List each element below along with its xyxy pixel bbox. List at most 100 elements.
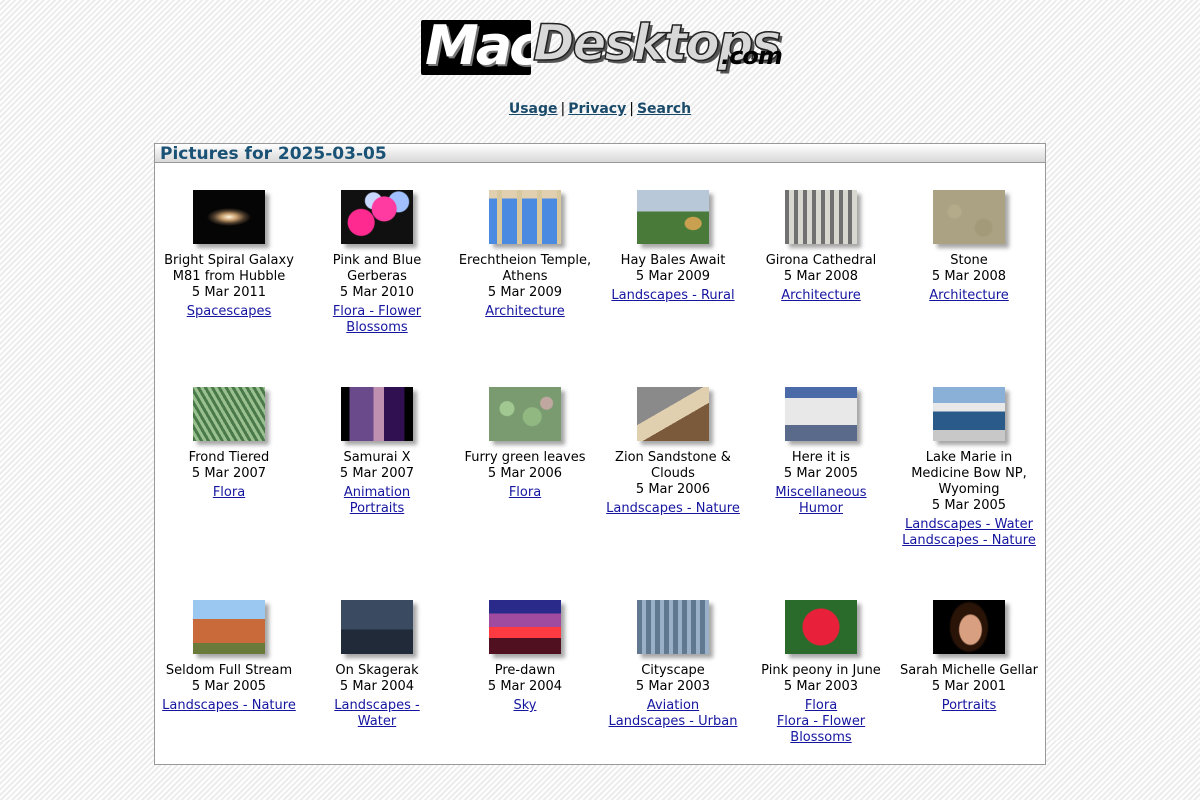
category-link[interactable]: Miscellaneous: [756, 485, 886, 501]
picture-categories: Landscapes - Nature: [604, 501, 742, 517]
picture-title: Lake Marie in Medicine Bow NP, Wyoming: [911, 450, 1027, 497]
picture-title: Frond Tiered: [188, 450, 270, 465]
category-link[interactable]: Portraits: [897, 698, 1041, 714]
category-link[interactable]: Architecture: [897, 288, 1041, 304]
picture-thumbnail[interactable]: [193, 387, 265, 441]
category-link[interactable]: Spacescapes: [160, 304, 298, 320]
logo-com-text: .com: [721, 42, 783, 70]
picture-thumbnail[interactable]: [933, 190, 1005, 244]
category-link[interactable]: Humor: [756, 501, 886, 517]
picture-title: Seldom Full Stream: [165, 663, 293, 678]
category-link[interactable]: Flora: [756, 698, 886, 714]
picture-categories: Aviation Landscapes - Urban: [604, 698, 742, 730]
category-link[interactable]: Flora - Flower Blossoms: [756, 714, 886, 746]
pictures-panel: Pictures for 2025-03-05 Bright Spiral Ga…: [154, 143, 1046, 765]
category-link[interactable]: Sky: [455, 698, 595, 714]
picture-date: 5 Mar 2008: [783, 269, 859, 284]
picture-title: Furry green leaves: [464, 450, 586, 465]
logo-mac-text: Mac: [425, 20, 531, 75]
picture-categories: Landscapes - Water Landscapes - Nature: [897, 517, 1041, 549]
picture-thumbnail[interactable]: [489, 600, 561, 654]
picture-thumbnail[interactable]: [933, 387, 1005, 441]
picture-date: 5 Mar 2011: [191, 285, 267, 300]
category-link[interactable]: Landscapes - Urban: [604, 714, 742, 730]
nav-usage-link[interactable]: Usage: [509, 101, 558, 117]
picture-thumbnail[interactable]: [489, 387, 561, 441]
picture-thumbnail[interactable]: [637, 600, 709, 654]
category-link[interactable]: Landscapes - Nature: [897, 533, 1041, 549]
picture-title: Stone: [950, 253, 988, 268]
picture-title: Erechtheion Temple, Athens: [458, 253, 592, 284]
picture-categories: Spacescapes: [160, 304, 298, 320]
picture-date: 5 Mar 2001: [931, 679, 1007, 694]
picture-title: Here it is: [791, 450, 851, 465]
category-link[interactable]: Landscapes - Water: [897, 517, 1041, 533]
picture-title: Cityscape: [641, 663, 705, 678]
picture-thumbnail[interactable]: [637, 387, 709, 441]
picture-categories: Landscapes - Nature: [160, 698, 298, 714]
picture-date: 5 Mar 2005: [783, 466, 859, 481]
picture-categories: Flora: [160, 485, 298, 501]
nav-privacy-link[interactable]: Privacy: [568, 101, 626, 117]
picture-date: 5 Mar 2007: [339, 466, 415, 481]
picture-categories: Flora Flora - Flower Blossoms: [756, 698, 886, 746]
picture-thumbnail[interactable]: [785, 190, 857, 244]
picture-thumbnail[interactable]: [785, 600, 857, 654]
picture-thumbnail[interactable]: [341, 190, 413, 244]
picture-date: 5 Mar 2003: [783, 679, 859, 694]
picture-item: Hay Bales Await 5 Mar 2009 Landscapes - Ru…: [599, 190, 747, 387]
picture-item: Bright Spiral Galaxy M81 from Hubble 5 Ma…: [155, 190, 303, 387]
category-link[interactable]: Flora: [160, 485, 298, 501]
site-logo[interactable]: Mac Desktops .com: [421, 13, 783, 76]
picture-categories: Flora - Flower Blossoms: [317, 304, 437, 336]
picture-thumbnail[interactable]: [341, 387, 413, 441]
picture-thumbnail[interactable]: [341, 600, 413, 654]
picture-item: Girona Cathedral 5 Mar 2008 Architecture: [747, 190, 895, 387]
category-link[interactable]: Portraits: [317, 501, 437, 517]
picture-item: Erechtheion Temple, Athens 5 Mar 2009 Arch…: [451, 190, 599, 387]
category-link[interactable]: Landscapes - Nature: [160, 698, 298, 714]
category-link[interactable]: Aviation: [604, 698, 742, 714]
picture-item: Furry green leaves 5 Mar 2006 Flora: [451, 387, 599, 600]
picture-thumbnail[interactable]: [193, 600, 265, 654]
picture-categories: Landscapes - Rural: [604, 288, 742, 304]
picture-date: 5 Mar 2007: [191, 466, 267, 481]
picture-categories: Miscellaneous Humor: [756, 485, 886, 517]
category-link[interactable]: Landscapes - Rural: [604, 288, 742, 304]
category-link[interactable]: Flora - Flower Blossoms: [317, 304, 437, 336]
picture-date: 5 Mar 2006: [635, 482, 711, 497]
picture-item: Lake Marie in Medicine Bow NP, Wyoming 5 …: [895, 387, 1043, 600]
picture-item: Samurai X5 Mar 2007 Animation Portraits: [303, 387, 451, 600]
picture-categories: Architecture: [756, 288, 886, 304]
picture-categories: Architecture: [455, 304, 595, 320]
category-link[interactable]: Landscapes - Water: [317, 698, 437, 730]
picture-thumbnail[interactable]: [489, 190, 561, 244]
picture-date: 5 Mar 2008: [931, 269, 1007, 284]
picture-title: Pink and Blue Gerberas: [332, 253, 422, 284]
picture-date: 5 Mar 2005: [931, 498, 1007, 513]
picture-thumbnail[interactable]: [637, 190, 709, 244]
picture-date: 5 Mar 2010: [339, 285, 415, 300]
picture-date: 5 Mar 2004: [487, 679, 563, 694]
logo-mac-block: Mac: [421, 20, 531, 75]
category-link[interactable]: Animation: [317, 485, 437, 501]
category-link[interactable]: Flora: [455, 485, 595, 501]
nav-search-link[interactable]: Search: [637, 101, 691, 117]
category-link[interactable]: Architecture: [756, 288, 886, 304]
picture-date: 5 Mar 2009: [487, 285, 563, 300]
picture-title: Zion Sandstone & Clouds: [615, 450, 731, 481]
picture-thumbnail[interactable]: [785, 387, 857, 441]
picture-thumbnail[interactable]: [193, 190, 265, 244]
picture-item: Pre-dawn 5 Mar 2004 Sky: [451, 600, 599, 800]
category-link[interactable]: Landscapes - Nature: [604, 501, 742, 517]
picture-item: Sarah Michelle Gellar 5 Mar 2001 Portraits: [895, 600, 1043, 800]
picture-thumbnail[interactable]: [933, 600, 1005, 654]
picture-title: Pink peony in June: [761, 663, 881, 678]
top-nav: Usage | Privacy | Search: [0, 101, 1200, 117]
picture-categories: Sky: [455, 698, 595, 714]
picture-title: Sarah Michelle Gellar: [899, 663, 1039, 678]
picture-title: On Skagerak: [335, 663, 419, 678]
picture-item: Stone 5 Mar 2008 Architecture: [895, 190, 1043, 387]
category-link[interactable]: Architecture: [455, 304, 595, 320]
picture-title: Bright Spiral Galaxy M81 from Hubble: [164, 253, 294, 284]
